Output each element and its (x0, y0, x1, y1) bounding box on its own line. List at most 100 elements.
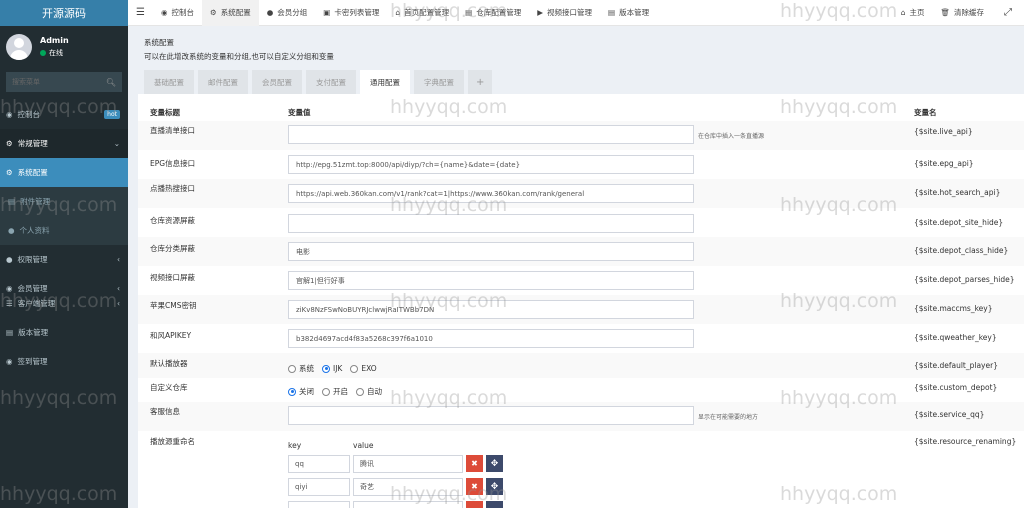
row-title: 播放源重命名 (150, 437, 195, 446)
row-title: 苹果CMS密钥 (150, 301, 197, 310)
delete-button[interactable]: ✖ (466, 455, 483, 472)
sidebar-item-general[interactable]: ⚙ 常规管理 ⌄ (0, 129, 128, 158)
row-var-name: {$site.depot_parses_hide} (914, 275, 1015, 284)
tab-general[interactable]: 通用配置 (360, 70, 410, 94)
kv-key-input[interactable]: qq (288, 455, 350, 473)
group-icon: ● (6, 255, 13, 264)
radio-auto[interactable]: 自动 (356, 386, 382, 397)
add-tab-button[interactable]: + (468, 70, 493, 94)
header-title: 变量标题 (150, 108, 180, 117)
sidebar-item-system-config[interactable]: ⚙ 系统配置 (0, 158, 128, 187)
kv-key-input[interactable]: qiyi (288, 478, 350, 496)
page-description: 可以在此增改系统的变量和分组,也可以自定义分组和变量 (144, 52, 334, 61)
row-var-name: {$site.service_qq} (914, 410, 985, 419)
sidebar-item-permissions[interactable]: ● 权限管理 ‹ (0, 245, 128, 274)
depot-parses-hide-input[interactable]: 官解1|但行好事 (288, 271, 694, 290)
sidebar-item-clients[interactable]: ☰ 客户端管理 ‹ (0, 289, 128, 318)
topbar: ☰ ◉ 控制台 ⚙ 系统配置 ● 会员分组 ▣ 卡密列表管理 ⌂ 首页配置管理 ▤ 仓库配置… (128, 0, 1024, 26)
hot-badge: hot (104, 110, 120, 119)
top-tab-versions[interactable]: ▤ 版本管理 (600, 0, 657, 26)
top-tab-card-list[interactable]: ▣ 卡密列表管理 (315, 0, 387, 26)
radio-on[interactable]: 开启 (322, 386, 348, 397)
gear-icon: ⚙ (210, 8, 217, 17)
close-icon: ✖ (471, 459, 478, 468)
file-icon: ▤ (8, 197, 16, 206)
search-icon[interactable]: 🔍︎ (106, 78, 116, 87)
service-qq-input[interactable] (288, 406, 694, 425)
arrows-icon: ✥ (490, 481, 499, 492)
radio-system[interactable]: 系统 (288, 363, 314, 374)
qweather-key-input[interactable]: b382d4697acd4f83a5268c397f6a1010 (288, 329, 694, 348)
sidebar-item-versions[interactable]: ▤ 版本管理 (0, 318, 128, 347)
drag-handle[interactable] (486, 501, 503, 508)
row-title: 仓库分类屏蔽 (150, 244, 195, 253)
sidebar-item-profile[interactable]: ● 个人资料 (0, 216, 128, 245)
tab-basic[interactable]: 基础配置 (144, 70, 194, 94)
kv-key-header: key (288, 441, 302, 450)
dashboard-icon: ◉ (6, 110, 13, 119)
depot-class-hide-input[interactable]: 电影 (288, 242, 694, 261)
kv-value-input[interactable]: 腾讯 (353, 455, 463, 473)
kv-key-input[interactable] (288, 501, 350, 508)
depot-site-hide-input[interactable] (288, 214, 694, 233)
maccms-key-input[interactable]: ziKv8NzFSwNoBUYRJclwwjRaITWBb7DN (288, 300, 694, 319)
chevron-left-icon: ‹ (117, 255, 120, 264)
hot-search-api-input[interactable]: https://api.web.360kan.com/v1/rank?cat=1… (288, 184, 694, 203)
config-table: 变量标题 变量值 变量名 直播清单接口 在仓库中插入一条直播源 {$site.l… (138, 94, 1024, 508)
sidebar-item-checkin[interactable]: ◉ 签到管理 (0, 347, 128, 376)
top-tab-depot-config[interactable]: ▤ 仓库配置管理 (457, 0, 529, 26)
row-title: 点播热搜接口 (150, 184, 195, 193)
close-icon: ✖ (471, 482, 478, 491)
table-row: 视频接口屏蔽 官解1|但行好事 {$site.depot_parses_hide… (138, 266, 1024, 295)
drag-handle[interactable]: ✥ (486, 455, 503, 472)
gear-icon: ⚙ (6, 168, 13, 177)
clear-cache-button[interactable]: 🗑︎ 清除缓存 (932, 0, 992, 26)
kv-value-input[interactable]: 奇艺 (353, 478, 463, 496)
card-icon: ▣ (323, 8, 331, 17)
home-icon: ⌂ (900, 8, 906, 17)
drag-handle[interactable]: ✥ (486, 478, 503, 495)
live-api-input[interactable] (288, 125, 694, 144)
table-row: 播放源重命名 {$site.resource_renaming} key val… (138, 431, 1024, 508)
row-var-name: {$site.default_player} (914, 361, 998, 370)
fullscreen-icon[interactable]: ⤢ (992, 0, 1024, 26)
menu-toggle-icon[interactable]: ☰ (128, 0, 153, 26)
home-icon: ⌂ (395, 8, 401, 17)
sidebar-item-dashboard[interactable]: ◉ 控制台 hot (0, 100, 128, 129)
tab-payment[interactable]: 支付配置 (306, 70, 356, 94)
delete-button[interactable]: ✖ (466, 478, 483, 495)
top-tab-video-api[interactable]: ▶ 视频接口管理 (529, 0, 600, 26)
avatar (6, 34, 32, 60)
map-marker-icon: ◉ (6, 357, 13, 366)
row-title: 视频接口屏蔽 (150, 273, 195, 282)
row-title: 自定义仓库 (150, 383, 188, 392)
top-tab-home-config[interactable]: ⌂ 首页配置管理 (387, 0, 457, 26)
row-title: EPG信息接口 (150, 159, 196, 168)
page-title: 系统配置 (144, 38, 174, 47)
logo[interactable]: 开源源码 (0, 0, 128, 26)
home-link[interactable]: ⌂ 主页 (893, 0, 933, 26)
default-player-radios: 系统 IJK EXO (288, 363, 377, 374)
user-name: Admin (40, 36, 69, 45)
delete-button[interactable] (466, 501, 483, 508)
sidebar-item-attachments[interactable]: ▤ 附件管理 (0, 187, 128, 216)
online-dot-icon (40, 50, 46, 56)
top-tab-system-config[interactable]: ⚙ 系统配置 (202, 0, 259, 26)
sidebar-search-input[interactable]: 搜索菜单 🔍︎ (6, 72, 122, 92)
radio-exo[interactable]: EXO (350, 364, 377, 373)
table-row: 默认播放器 系统 IJK EXO {$site.default_player} (138, 353, 1024, 378)
top-tab-member-groups[interactable]: ● 会员分组 (259, 0, 316, 26)
tab-member[interactable]: 会员配置 (252, 70, 302, 94)
table-row: 和风APIKEY b382d4697acd4f83a5268c397f6a101… (138, 324, 1024, 353)
user-status: 在线 (40, 48, 69, 58)
epg-api-input[interactable]: http://epg.51zmt.top:8000/api/diyp/?ch={… (288, 155, 694, 174)
table-row: 直播清单接口 在仓库中插入一条直播源 {$site.live_api} (138, 121, 1024, 150)
radio-ijk[interactable]: IJK (322, 364, 342, 373)
tab-dictionary[interactable]: 字典配置 (414, 70, 464, 94)
top-tab-dashboard[interactable]: ◉ 控制台 (153, 0, 202, 26)
tab-email[interactable]: 邮件配置 (198, 70, 248, 94)
kv-value-input[interactable] (353, 501, 463, 508)
table-row: EPG信息接口 http://epg.51zmt.top:8000/api/di… (138, 150, 1024, 179)
table-row: 点播热搜接口 https://api.web.360kan.com/v1/ran… (138, 179, 1024, 208)
radio-off[interactable]: 关闭 (288, 386, 314, 397)
